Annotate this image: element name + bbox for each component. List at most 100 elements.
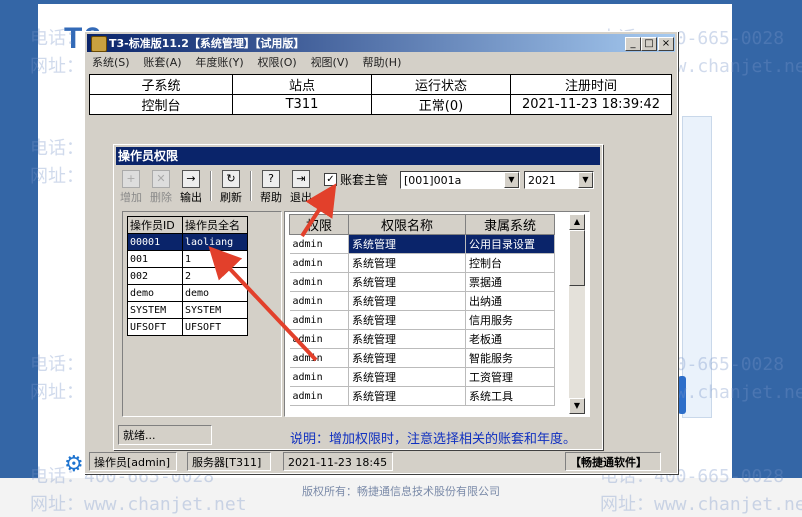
operator-table: 操作员ID 操作员全名 00001 laoliang 001 1 002 2 d… — [127, 216, 248, 336]
permission-header: 隶属系统 — [465, 214, 555, 235]
account-select-value: [001]001a — [404, 174, 462, 187]
menu-view[interactable]: 视图(V) — [311, 54, 349, 72]
operator-header-row: 操作员ID 操作员全名 — [127, 216, 248, 234]
permission-row[interactable]: admin 系统管理 系统工具 — [289, 386, 555, 406]
operator-name: 2 — [182, 267, 248, 285]
grid-cell: T311 — [232, 94, 372, 115]
dialog-status: 就绪... — [118, 425, 212, 445]
menu-permission[interactable]: 权限(O) — [257, 54, 296, 72]
operator-row[interactable]: UFSOFT UFSOFT — [127, 318, 248, 336]
permission-row[interactable]: admin 系统管理 票据通 — [289, 272, 555, 292]
export-icon: → — [182, 170, 200, 188]
permission-list-panel: 权限 权限名称 隶属系统 admin 系统管理 公用目录设置 admin 系统管… — [284, 211, 590, 417]
account-manager-checkbox[interactable]: ✓ — [324, 173, 337, 186]
grid-cell: 控制台 — [89, 94, 233, 115]
year-select[interactable]: 2021 ▼ — [524, 171, 594, 189]
exit-button[interactable]: ⇥ 退出 — [286, 169, 316, 204]
settings-gear-icon[interactable]: ⚙ — [64, 452, 84, 477]
grid-header: 子系统 — [89, 74, 233, 95]
permission-code: admin — [289, 329, 349, 349]
permission-name: 系统管理 — [348, 329, 466, 349]
minimize-icon[interactable]: _ — [625, 37, 641, 51]
permission-row[interactable]: admin 系统管理 信用服务 — [289, 310, 555, 330]
operator-name: 1 — [182, 250, 248, 268]
menu-system[interactable]: 系统(S) — [92, 54, 130, 72]
help-icon: ? — [262, 170, 280, 188]
scroll-down-icon[interactable]: ▼ — [569, 398, 585, 414]
operator-row[interactable]: demo demo — [127, 284, 248, 302]
operator-id: demo — [127, 284, 183, 302]
grid-header-row: 子系统 站点 运行状态 注册时间 — [89, 74, 672, 95]
operator-name: UFSOFT — [182, 318, 248, 336]
window-title: T3-标准版11.2【系统管理】【试用版】 — [109, 37, 305, 50]
export-button[interactable]: → 输出 — [176, 169, 206, 204]
chevron-down-icon[interactable]: ▼ — [578, 172, 593, 188]
menu-account[interactable]: 账套(A) — [143, 54, 181, 72]
permission-system: 出纳通 — [465, 291, 555, 311]
permission-header-row: 权限 权限名称 隶属系统 — [289, 214, 555, 235]
permission-system: 老板通 — [465, 329, 555, 349]
operator-row[interactable]: 00001 laoliang — [127, 233, 248, 251]
permission-code: admin — [289, 367, 349, 387]
refresh-button-label: 刷新 — [220, 191, 242, 204]
permission-header: 权限 — [289, 214, 349, 235]
menu-bar: 系统(S) 账套(A) 年度账(Y) 权限(O) 视图(V) 帮助(H) — [87, 54, 675, 72]
maximize-icon[interactable]: □ — [641, 37, 657, 51]
year-select-value: 2021 — [528, 174, 556, 187]
permission-system: 公用目录设置 — [465, 234, 555, 254]
close-icon[interactable]: × — [658, 37, 674, 51]
operator-header: 操作员ID — [127, 216, 183, 234]
operator-name: demo — [182, 284, 248, 302]
exit-button-label: 退出 — [290, 191, 312, 204]
permission-code: admin — [289, 234, 349, 254]
grid-row[interactable]: 控制台 T311 正常(0) 2021-11-23 18:39:42 — [89, 94, 672, 115]
permission-code: admin — [289, 291, 349, 311]
permission-row[interactable]: admin 系统管理 控制台 — [289, 253, 555, 273]
export-button-label: 输出 — [180, 191, 202, 204]
status-datetime: 2021-11-23 18:45 — [283, 452, 393, 471]
permission-row[interactable]: admin 系统管理 工资管理 — [289, 367, 555, 387]
chevron-down-icon[interactable]: ▼ — [504, 172, 519, 188]
operator-id: 002 — [127, 267, 183, 285]
permission-row[interactable]: admin 系统管理 老板通 — [289, 329, 555, 349]
help-button[interactable]: ? 帮助 — [256, 169, 286, 204]
permission-row[interactable]: admin 系统管理 出纳通 — [289, 291, 555, 311]
permission-name: 系统管理 — [348, 348, 466, 368]
operator-name: laoliang — [182, 233, 248, 251]
dialog-note: 说明：增加权限时，注意选择相关的账套和年度。 — [290, 432, 577, 447]
permission-name: 系统管理 — [348, 367, 466, 387]
refresh-button[interactable]: ↻ 刷新 — [216, 169, 246, 204]
permission-name: 系统管理 — [348, 272, 466, 292]
permission-header: 权限名称 — [348, 214, 466, 235]
permission-system: 信用服务 — [465, 310, 555, 330]
toolbar-separator — [210, 171, 212, 201]
operator-row[interactable]: 002 2 — [127, 267, 248, 285]
permission-row[interactable]: admin 系统管理 公用目录设置 — [289, 234, 555, 254]
delete-button-label: 删除 — [150, 191, 172, 204]
scroll-thumb[interactable] — [569, 230, 585, 286]
permission-code: admin — [289, 386, 349, 406]
operator-row[interactable]: 001 1 — [127, 250, 248, 268]
scroll-up-icon[interactable]: ▲ — [569, 214, 585, 230]
account-select[interactable]: [001]001a ▼ — [400, 171, 520, 189]
permission-code: admin — [289, 310, 349, 330]
delete-icon: ✕ — [152, 170, 170, 188]
grid-cell: 正常(0) — [371, 94, 511, 115]
copyright-text: 版权所有：畅捷通信息技术股份有限公司 — [302, 485, 500, 498]
permission-code: admin — [289, 348, 349, 368]
menu-year-account[interactable]: 年度账(Y) — [195, 54, 243, 72]
window-titlebar[interactable]: T3-标准版11.2【系统管理】【试用版】 _ □ × — [87, 34, 675, 52]
operator-row[interactable]: SYSTEM SYSTEM — [127, 301, 248, 319]
permission-code: admin — [289, 253, 349, 273]
delete-button[interactable]: ✕ 删除 — [146, 169, 176, 204]
permission-name: 系统管理 — [348, 310, 466, 330]
permission-name: 系统管理 — [348, 291, 466, 311]
add-button[interactable]: + 增加 — [116, 169, 146, 204]
permission-scrollbar[interactable]: ▲ ▼ — [569, 214, 585, 414]
app-icon — [91, 36, 107, 52]
dialog-title[interactable]: 操作员权限 — [116, 147, 600, 165]
menu-help[interactable]: 帮助(H) — [363, 54, 402, 72]
grid-header: 注册时间 — [510, 74, 672, 95]
permission-row[interactable]: admin 系统管理 智能服务 — [289, 348, 555, 368]
refresh-icon: ↻ — [222, 170, 240, 188]
